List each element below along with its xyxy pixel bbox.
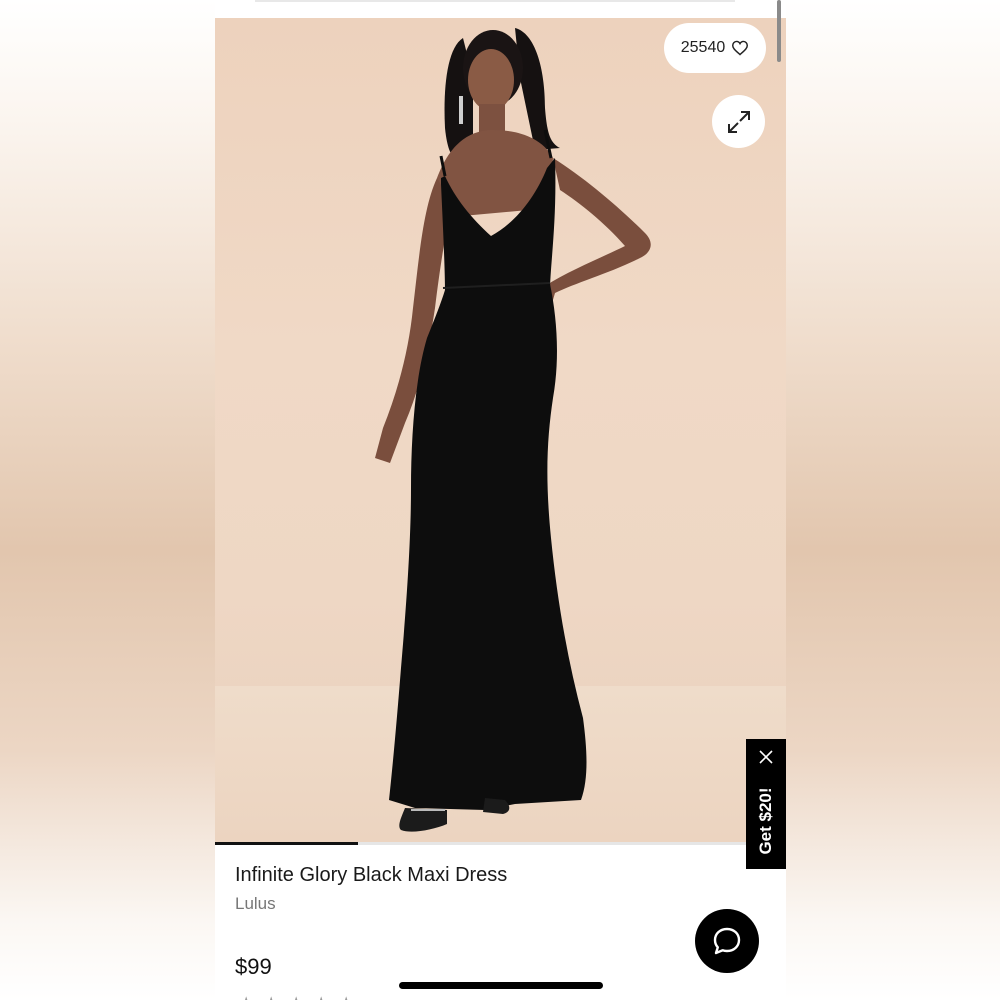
likes-button[interactable]: 25540 bbox=[664, 23, 766, 73]
likes-count: 25540 bbox=[680, 39, 726, 56]
top-strip bbox=[215, 0, 786, 18]
star-icon: ★ bbox=[339, 994, 355, 1000]
promo-label[interactable]: Get $20! bbox=[756, 787, 776, 854]
rating-stars: ★ ★ ★ ★ ★ bbox=[239, 994, 355, 1000]
star-icon: ★ bbox=[264, 994, 280, 1000]
background-blur-left bbox=[0, 0, 215, 1000]
brand-link[interactable]: Lulus bbox=[235, 894, 735, 914]
scrollbar[interactable] bbox=[777, 0, 781, 62]
background-blur-right bbox=[786, 0, 1000, 1000]
star-icon: ★ bbox=[239, 994, 255, 1000]
product-price: $99 bbox=[235, 954, 272, 979]
heart-outline-icon bbox=[732, 40, 749, 56]
chat-button[interactable] bbox=[695, 909, 759, 973]
gallery-progress-fill bbox=[215, 842, 358, 845]
product-title: Infinite Glory Black Maxi Dress bbox=[235, 864, 508, 886]
product-info: Infinite Glory Black Maxi Dress Lulus bbox=[235, 862, 735, 914]
home-indicator[interactable] bbox=[399, 982, 603, 989]
expand-image-button[interactable] bbox=[712, 95, 765, 148]
product-photo[interactable]: 25540 bbox=[215, 18, 786, 844]
model-image bbox=[375, 28, 651, 832]
chat-bubble-icon bbox=[713, 927, 741, 955]
gallery-progress-track bbox=[215, 842, 786, 845]
star-icon: ★ bbox=[314, 994, 330, 1000]
star-icon: ★ bbox=[289, 994, 305, 1000]
promo-tab[interactable]: Get $20! bbox=[746, 739, 786, 869]
close-icon[interactable] bbox=[758, 749, 774, 765]
app-screen: 25540 Get $20! Infinite Glory Black Maxi… bbox=[215, 0, 786, 1000]
expand-arrows-icon bbox=[727, 110, 750, 133]
